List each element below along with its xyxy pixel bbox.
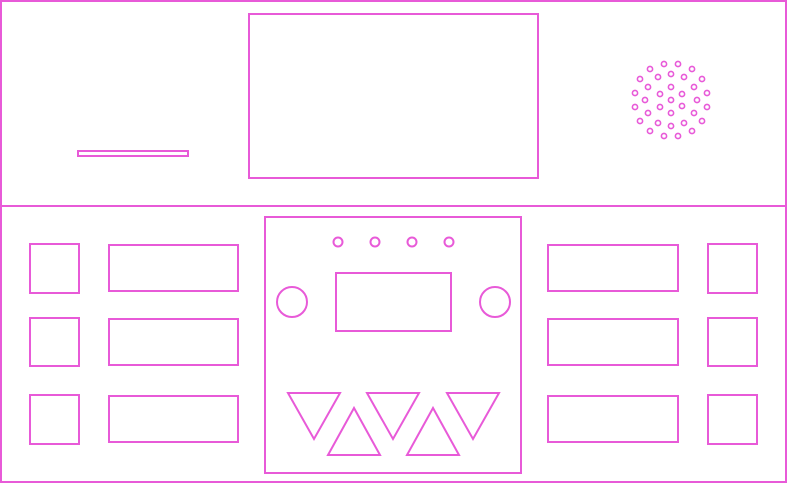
right-label-slot-3 xyxy=(547,395,679,443)
card-slot xyxy=(77,150,189,157)
right-pad-2[interactable] xyxy=(707,317,758,367)
left-pad-2[interactable] xyxy=(29,317,80,367)
speaker-hole xyxy=(656,103,664,111)
center-module-frame xyxy=(264,216,522,474)
left-label-slot-3 xyxy=(108,395,239,443)
left-label-slot-2 xyxy=(108,318,239,366)
speaker-hole xyxy=(674,132,682,140)
speaker-hole xyxy=(641,96,649,104)
speaker-hole xyxy=(698,75,706,83)
speaker-grille xyxy=(631,60,711,140)
left-label-slot-1 xyxy=(108,244,239,292)
mini-display xyxy=(335,272,452,332)
speaker-hole xyxy=(631,103,639,111)
speaker-hole xyxy=(667,122,675,130)
speaker-hole xyxy=(674,60,682,68)
indicator-led-1 xyxy=(332,236,344,248)
speaker-hole xyxy=(688,65,696,73)
speaker-hole xyxy=(667,96,675,104)
top-panel xyxy=(77,13,711,179)
speaker-hole xyxy=(703,103,711,111)
indicator-led-2 xyxy=(369,236,381,248)
up-key-1[interactable] xyxy=(326,405,382,456)
right-label-slot-2 xyxy=(547,318,679,366)
main-screen xyxy=(248,13,539,179)
right-label-slot-1 xyxy=(547,244,679,292)
speaker-hole xyxy=(688,127,696,135)
device-diagram xyxy=(0,0,787,483)
left-knob[interactable] xyxy=(276,286,308,318)
speaker-hole xyxy=(654,119,662,127)
speaker-hole xyxy=(698,117,706,125)
right-pad-1[interactable] xyxy=(707,243,758,294)
right-knob[interactable] xyxy=(479,286,511,318)
speaker-hole xyxy=(680,119,688,127)
right-pad-3[interactable] xyxy=(707,394,758,445)
speaker-hole xyxy=(660,132,668,140)
speaker-hole xyxy=(680,73,688,81)
speaker-hole xyxy=(667,70,675,78)
left-pad-1[interactable] xyxy=(29,243,80,294)
down-key-1[interactable] xyxy=(286,392,342,442)
speaker-hole xyxy=(646,65,654,73)
speaker-hole xyxy=(631,89,639,97)
speaker-hole xyxy=(690,109,698,117)
indicator-led-4 xyxy=(443,236,455,248)
up-key-2[interactable] xyxy=(405,405,461,456)
speaker-hole xyxy=(646,127,654,135)
speaker-hole xyxy=(690,83,698,91)
speaker-hole xyxy=(678,90,686,98)
speaker-hole xyxy=(667,109,675,117)
speaker-hole xyxy=(644,83,652,91)
center-module xyxy=(264,216,522,474)
speaker-hole xyxy=(656,90,664,98)
speaker-hole xyxy=(678,102,686,110)
indicator-led-3 xyxy=(406,236,418,248)
speaker-hole xyxy=(636,75,644,83)
left-pad-3[interactable] xyxy=(29,394,80,445)
speaker-hole xyxy=(644,109,652,117)
bottom-panel xyxy=(29,216,758,474)
speaker-hole xyxy=(636,117,644,125)
speaker-hole xyxy=(693,96,701,104)
speaker-hole xyxy=(667,83,675,91)
down-key-3[interactable] xyxy=(445,392,501,442)
down-key-2[interactable] xyxy=(365,392,421,442)
speaker-hole xyxy=(703,89,711,97)
speaker-hole xyxy=(660,60,668,68)
speaker-hole xyxy=(654,73,662,81)
